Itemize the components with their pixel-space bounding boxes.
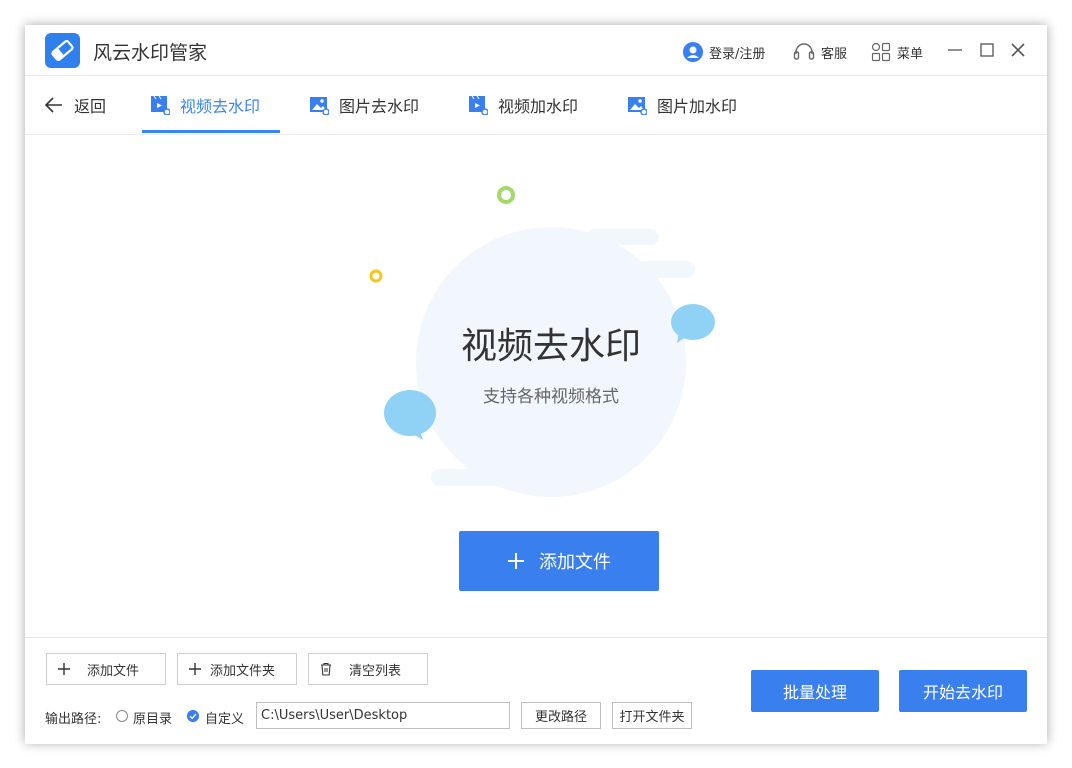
start-remove-watermark-button[interactable]: 开始去水印 — [899, 670, 1027, 712]
menu-button[interactable]: 菜单 — [871, 42, 923, 62]
clear-list-label: 清空列表 — [349, 663, 402, 679]
output-path-label: 输出路径: — [45, 712, 102, 727]
output-path-input[interactable] — [256, 702, 510, 729]
video-icon — [469, 95, 488, 115]
plus-icon — [58, 663, 70, 675]
radio-original-dir[interactable] — [116, 710, 128, 722]
app-logo-icon — [45, 33, 80, 68]
menu-label: 菜单 — [897, 46, 924, 62]
close-icon[interactable] — [1008, 40, 1028, 60]
yellow-dot-icon — [369, 269, 383, 283]
open-folder-button[interactable]: 打开文件夹 — [612, 702, 692, 729]
customer-service-label: 客服 — [821, 46, 848, 62]
login-register-link[interactable]: 登录/注册 — [683, 42, 765, 62]
image-icon — [628, 97, 647, 115]
change-path-button[interactable]: 更改路径 — [521, 702, 601, 729]
video-icon — [151, 95, 170, 115]
hero-title: 视频去水印 — [460, 326, 641, 367]
tab-image-add-watermark[interactable]: 图片加水印 — [627, 76, 737, 134]
tab-label: 视频加水印 — [498, 97, 579, 116]
maximize-icon[interactable] — [977, 40, 997, 60]
cloud-stripe — [593, 261, 695, 278]
grid-menu-icon — [871, 42, 891, 62]
mode-nav: 返回 视频去水印 图片去水印 视频加水印 图片加水印 — [25, 76, 1047, 135]
clear-list-button[interactable]: 清空列表 — [308, 653, 428, 685]
cloud-stripe — [485, 445, 575, 462]
tab-label: 图片加水印 — [657, 97, 738, 116]
tab-video-remove-watermark[interactable]: 视频去水印 — [150, 76, 260, 134]
add-file-label: 添加文件 — [87, 663, 140, 679]
add-folder-button[interactable]: 添加文件夹 — [177, 653, 297, 685]
minimize-icon[interactable] — [945, 40, 965, 60]
radio-custom-dir[interactable] — [187, 710, 199, 722]
user-icon — [683, 42, 703, 62]
tab-video-add-watermark[interactable]: 视频加水印 — [468, 76, 578, 134]
active-tab-indicator — [142, 130, 280, 133]
trash-icon — [321, 662, 331, 676]
cloud-stripe — [587, 229, 659, 245]
radio-original-label: 原目录 — [133, 712, 173, 727]
tab-image-remove-watermark[interactable]: 图片去水印 — [309, 76, 419, 134]
tab-label: 视频去水印 — [180, 97, 261, 116]
green-dot-icon — [497, 186, 515, 204]
title-bar: 风云水印管家 登录/注册 客服 菜单 — [25, 25, 1047, 76]
arrow-left-icon — [44, 97, 62, 113]
cloud-stripe — [431, 469, 517, 486]
add-file-main-label: 添加文件 — [539, 552, 611, 573]
customer-service-button[interactable]: 客服 — [793, 42, 847, 62]
tab-label: 图片去水印 — [339, 97, 420, 116]
back-label: 返回 — [74, 97, 107, 116]
app-window: 风云水印管家 登录/注册 客服 菜单 返回 视频去水印 图片去水印 视频加水印 … — [25, 25, 1047, 744]
plus-icon — [189, 663, 201, 675]
add-file-main-button[interactable]: 添加文件 — [459, 531, 659, 591]
batch-process-button[interactable]: 批量处理 — [751, 670, 879, 712]
bottom-panel: 添加文件 添加文件夹 清空列表 输出路径: 原目录 自定义 更改路径 打开文件夹… — [25, 637, 1047, 744]
login-register-label: 登录/注册 — [709, 46, 766, 62]
add-file-button[interactable]: 添加文件 — [46, 653, 166, 685]
radio-custom-label: 自定义 — [205, 712, 245, 727]
add-folder-label: 添加文件夹 — [210, 663, 276, 679]
app-title: 风云水印管家 — [93, 42, 208, 64]
hero-subtitle: 支持各种视频格式 — [483, 387, 619, 407]
headset-icon — [793, 43, 815, 60]
image-icon — [310, 97, 329, 115]
plus-icon — [508, 553, 524, 569]
back-button[interactable]: 返回 — [44, 76, 106, 134]
